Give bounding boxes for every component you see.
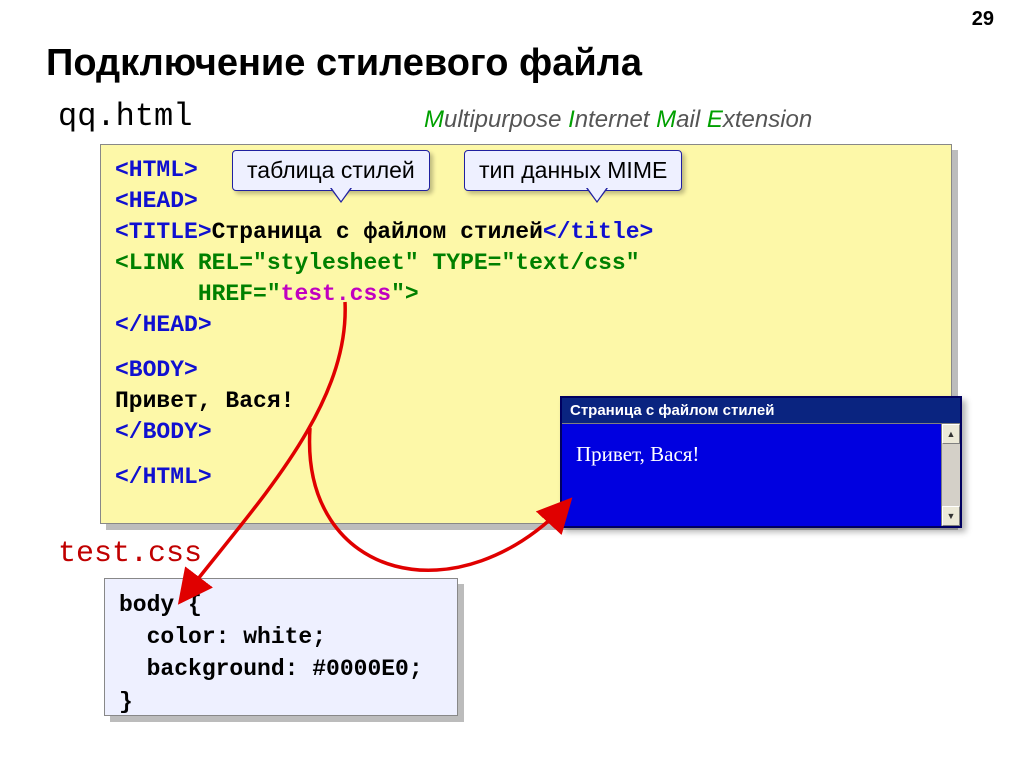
css-line-3: background: #0000E0;: [119, 653, 443, 685]
page-number: 29: [972, 8, 994, 31]
mime-ma: M: [656, 106, 676, 133]
browser-titlebar: Страница с файлом стилей: [562, 398, 960, 423]
callout-stylesheet-tail: [331, 187, 351, 201]
filename-html: qq.html: [58, 98, 192, 135]
mime-ma2: ail: [676, 106, 707, 133]
mime-m2: ultipurpose: [444, 106, 568, 133]
callout-mime-tail: [587, 187, 607, 201]
scroll-down-icon[interactable]: ▼: [942, 506, 960, 526]
mime-m: M: [424, 106, 444, 133]
css-line-2: color: white;: [119, 621, 443, 653]
browser-content: Привет, Вася!: [562, 424, 941, 526]
browser-content-wrap: Привет, Вася! ▲ ▼: [562, 423, 960, 526]
slide-title: Подключение стилевого файла: [46, 42, 642, 85]
code-box-css: body { color: white; background: #0000E0…: [104, 578, 458, 716]
code-blank-1: [115, 341, 937, 355]
mime-expansion: Multipurpose Internet Mail Extension: [424, 106, 812, 134]
mime-e: E: [707, 106, 723, 133]
mime-i2: nternet: [575, 106, 656, 133]
mime-i: I: [568, 106, 575, 133]
scrollbar[interactable]: ▲ ▼: [941, 424, 960, 526]
code-line-6: </HEAD>: [115, 310, 937, 341]
callout-mime: тип данных MIME: [464, 150, 682, 191]
code-line-4: <LINK REL="stylesheet" TYPE="text/css": [115, 248, 937, 279]
mime-e2: xtension: [723, 106, 812, 133]
code-line-3: <TITLE>Страница с файлом стилей</title>: [115, 217, 937, 248]
css-line-1: body {: [119, 589, 443, 621]
scroll-up-icon[interactable]: ▲: [942, 424, 960, 444]
code-line-7: <BODY>: [115, 355, 937, 386]
css-line-4: }: [119, 686, 443, 718]
filename-css: test.css: [58, 537, 202, 571]
callout-stylesheet: таблица стилей: [232, 150, 430, 191]
browser-preview: Страница с файлом стилей Привет, Вася! ▲…: [560, 396, 962, 528]
code-line-5: HREF="test.css">: [115, 279, 937, 310]
